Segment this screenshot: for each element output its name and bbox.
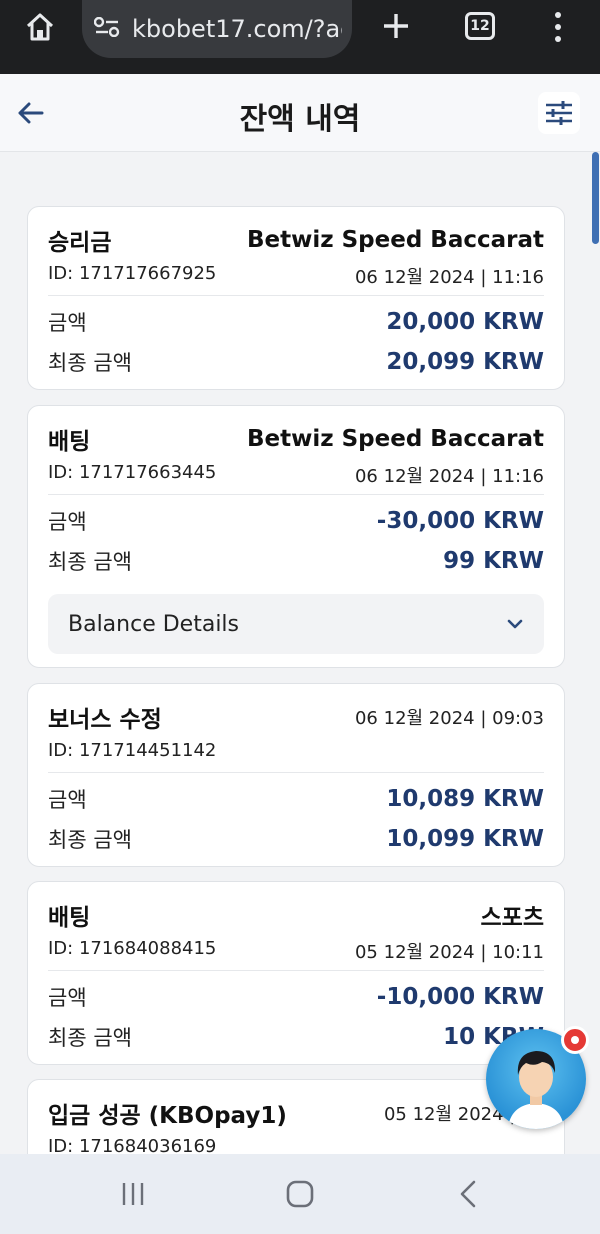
browser-toolbar: kbobet17.com/?ac 12	[0, 0, 600, 74]
url-text[interactable]: kbobet17.com/?ac	[132, 15, 342, 43]
system-nav-bar	[0, 1154, 600, 1234]
amount-label: 금액	[48, 311, 87, 335]
transaction-date: 06 12월 2024 | 11:16	[354, 267, 544, 288]
final-amount-value: 20,099 KRW	[386, 349, 544, 375]
page-title: 잔액 내역	[239, 102, 361, 137]
final-amount-label: 최종 금액	[48, 351, 132, 375]
transaction-id: ID: 171714451142	[48, 740, 217, 761]
sliders-icon[interactable]	[538, 92, 580, 134]
amount-label: 금액	[48, 510, 87, 534]
transaction-id: ID: 171717663445	[48, 462, 217, 483]
amount-value: 20,000 KRW	[386, 309, 544, 335]
divider	[48, 970, 544, 971]
final-amount-label: 최종 금액	[48, 1026, 132, 1050]
divider	[48, 295, 544, 296]
transaction-date: 06 12월 2024 | 09:03	[354, 708, 544, 729]
back-nav-icon[interactable]	[446, 1172, 490, 1216]
final-amount-label: 최종 금액	[48, 828, 132, 852]
tab-count-button[interactable]: 12	[465, 12, 495, 40]
transaction-id: ID: 171717667925	[48, 263, 217, 284]
final-amount-value: 99 KRW	[443, 548, 544, 574]
transaction-type: 보너스 수정	[48, 707, 162, 733]
divider	[48, 494, 544, 495]
chevron-down-icon	[506, 615, 524, 634]
amount-value: -10,000 KRW	[376, 984, 544, 1010]
final-amount-value: 10,099 KRW	[386, 826, 544, 852]
transaction-list[interactable]: 승리금 Betwiz Speed Baccarat ID: 1717176679…	[0, 153, 600, 1154]
transaction-game: Betwiz Speed Baccarat	[246, 426, 544, 452]
transaction-card: 배팅 스포츠 ID: 171684088415 05 12월 2024 | 10…	[27, 881, 565, 1065]
transaction-date: 06 12월 2024 | 11:16	[354, 466, 544, 487]
transaction-type: 입금 성공 (KBOpay1)	[48, 1103, 287, 1129]
recent-apps-icon[interactable]	[111, 1172, 155, 1216]
transaction-card: 배팅 Betwiz Speed Baccarat ID: 17171766344…	[27, 405, 565, 668]
transaction-game: 스포츠	[480, 905, 544, 931]
home-icon[interactable]	[20, 10, 60, 44]
transaction-type: 배팅	[48, 905, 91, 931]
home-nav-icon[interactable]	[278, 1172, 322, 1216]
divider	[48, 772, 544, 773]
transaction-card: 보너스 수정 06 12월 2024 | 09:03 ID: 171714451…	[27, 683, 565, 867]
address-bar[interactable]: kbobet17.com/?ac	[82, 0, 352, 58]
transaction-type: 승리금	[48, 230, 112, 256]
transaction-date: 05 12월 2024 | 10:11	[354, 942, 544, 963]
transaction-type: 배팅	[48, 429, 91, 455]
transaction-id: ID: 171684036169	[48, 1136, 217, 1154]
balance-details-label: Balance Details	[68, 611, 240, 637]
notification-badge	[561, 1026, 589, 1054]
site-settings-icon[interactable]	[93, 16, 120, 41]
transaction-card: 승리금 Betwiz Speed Baccarat ID: 1717176679…	[27, 206, 565, 390]
transaction-game: Betwiz Speed Baccarat	[246, 227, 544, 253]
more-vert-icon[interactable]	[548, 10, 568, 44]
balance-details-toggle[interactable]: Balance Details	[48, 594, 544, 654]
amount-label: 금액	[48, 986, 87, 1010]
final-amount-label: 최종 금액	[48, 550, 132, 574]
transaction-id: ID: 171684088415	[48, 938, 217, 959]
amount-value: -30,000 KRW	[376, 508, 544, 534]
app-header: 잔액 내역	[0, 74, 600, 152]
plus-icon[interactable]	[378, 8, 414, 44]
amount-label: 금액	[48, 788, 87, 812]
amount-value: 10,089 KRW	[386, 786, 544, 812]
transaction-card: 입금 성공 (KBOpay1) 05 12월 2024 | 10 ID: 171…	[27, 1079, 565, 1154]
